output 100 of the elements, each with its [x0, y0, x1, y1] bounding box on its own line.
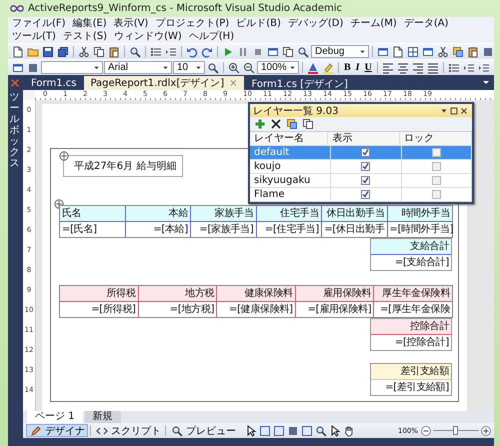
checkbox[interactable] [432, 176, 441, 185]
frame-icon[interactable] [259, 424, 271, 436]
page-tab[interactable]: 新規 [84, 411, 121, 423]
text-style-button[interactable]: U [362, 62, 374, 73]
total-table[interactable]: 支給合計 =[支給合計] [370, 238, 452, 271]
menu-item[interactable]: データ(A) [404, 17, 448, 30]
scissors-icon[interactable] [78, 46, 90, 58]
highlighter-icon[interactable] [322, 62, 334, 74]
redo-icon[interactable] [201, 46, 213, 58]
tools-icon[interactable] [10, 78, 20, 88]
menu-item[interactable]: ツール(T) [12, 30, 56, 43]
window-icon[interactable] [267, 46, 279, 58]
plus-icon[interactable] [254, 118, 266, 130]
checkbox[interactable] [432, 162, 441, 171]
search-icon[interactable] [315, 424, 327, 436]
undo-icon[interactable] [186, 46, 198, 58]
document-tab[interactable]: Form1.cs [デザイン] [246, 77, 354, 90]
copy-icon[interactable] [93, 46, 105, 58]
caret-icon[interactable] [482, 78, 490, 86]
column-header[interactable]: 表示 [328, 132, 400, 145]
copy-icon[interactable] [282, 46, 294, 58]
menu-item[interactable]: ヘルプ(H) [188, 30, 234, 43]
indent-icon[interactable] [478, 62, 490, 74]
document-tab[interactable]: PageReport1.rdlx[デザイン] × [84, 76, 244, 90]
view-tab[interactable]: スクリプト [93, 424, 163, 437]
indent-icon[interactable] [462, 62, 475, 74]
layers-icon[interactable] [452, 46, 464, 58]
delete-icon[interactable] [270, 118, 282, 130]
checkbox[interactable] [361, 190, 370, 199]
zoom-dropdown[interactable]: 100% [257, 61, 299, 74]
indent-icon[interactable] [165, 46, 177, 58]
text-style-button[interactable]: I [354, 62, 362, 73]
close-icon[interactable] [459, 106, 469, 116]
menu-item[interactable]: 編集(E) [72, 17, 107, 30]
font-dropdown[interactable]: Arial [104, 61, 172, 74]
document-tab[interactable]: Form1.cs [25, 77, 82, 90]
save-all-icon[interactable] [57, 46, 69, 58]
hand-icon[interactable] [343, 424, 355, 436]
clipboard-icon[interactable] [467, 46, 479, 58]
layer-row[interactable]: Flame [250, 188, 472, 202]
checkbox[interactable] [361, 176, 370, 185]
save-icon[interactable] [42, 46, 54, 58]
view-tab[interactable]: プレビュー [168, 424, 238, 437]
document-icon[interactable] [392, 46, 404, 58]
grid-icon[interactable] [407, 46, 419, 58]
maximize-icon[interactable] [449, 106, 459, 116]
search-icon[interactable] [297, 46, 309, 58]
clipboard-icon[interactable] [108, 46, 120, 58]
layer-row[interactable]: sikyuugaku [250, 174, 472, 188]
search-icon[interactable] [207, 62, 219, 74]
square-icon[interactable] [287, 424, 299, 436]
pointer-icon[interactable] [329, 424, 341, 436]
zoom-out-button[interactable] [421, 426, 431, 436]
checkbox[interactable] [361, 162, 370, 171]
toolbox-tab[interactable]: ツールボックス [10, 92, 20, 169]
window-icon[interactable] [422, 46, 434, 58]
document-icon[interactable] [12, 46, 24, 58]
column-header[interactable]: ロック [400, 132, 472, 145]
layers-icon[interactable] [286, 118, 298, 130]
layer-row[interactable]: koujo [250, 160, 472, 174]
pause-icon[interactable] [237, 46, 249, 58]
font-size-dropdown[interactable]: 10 [173, 61, 205, 74]
menu-item[interactable]: デバッグ(D) [288, 17, 344, 30]
menu-item[interactable]: 表示(V) [114, 17, 148, 30]
align-center-icon[interactable] [396, 62, 409, 74]
font-color-icon[interactable] [307, 62, 319, 74]
frame-icon[interactable] [273, 424, 285, 436]
window-icon[interactable] [377, 46, 389, 58]
checkbox[interactable] [432, 190, 441, 199]
move-icon[interactable] [59, 151, 69, 161]
zoom-in-button[interactable] [481, 426, 491, 436]
search-icon[interactable] [129, 46, 141, 58]
list-icon[interactable] [150, 46, 162, 58]
page-tab[interactable]: ページ 1 [27, 411, 83, 423]
payment-table[interactable]: 氏名 本給 家族手当 住宅手当 休日出勤手当 時間外手当 =[氏名] =[本給] =[家族手当] =[住宅手当] =[休日出勤手 =[時間外手当] [59, 205, 453, 238]
total-table[interactable]: 控除合計 =[控除合計] [370, 318, 452, 351]
view-tab[interactable]: デザイナ [26, 424, 88, 437]
menu-item[interactable]: ファイル(F) [12, 17, 66, 30]
copy-icon[interactable] [302, 118, 314, 130]
zoom-in-icon[interactable] [228, 62, 240, 74]
text-style-button[interactable]: B [342, 62, 353, 73]
square-icon[interactable] [482, 46, 494, 58]
column-header[interactable]: レイヤー名 [250, 132, 328, 145]
zoom-out-icon[interactable] [243, 62, 255, 74]
deduction-table[interactable]: 所得税 地方税 健康保険料 雇用保険料 厚生年金保険料 =[所得税] =[地方税] =[健康保険料] =[雇用保険料] =[厚生年金保険 [59, 285, 453, 318]
scissors-icon[interactable] [437, 46, 449, 58]
pointer-icon[interactable] [245, 424, 257, 436]
window-icon[interactable] [12, 62, 24, 74]
menu-item[interactable]: ビルド(B) [236, 17, 281, 30]
checkbox[interactable] [361, 148, 370, 157]
configuration-dropdown[interactable]: Debug [311, 45, 369, 58]
square-icon[interactable] [27, 62, 39, 74]
menu-item[interactable]: チーム(M) [350, 17, 397, 30]
net-pay-table[interactable]: 差引支給額 =[差引支給額] [370, 363, 452, 396]
menu-item[interactable]: プロジェクト(P) [155, 17, 230, 30]
menu-item[interactable]: テスト(S) [62, 30, 108, 43]
list-icon[interactable] [448, 62, 460, 74]
justify-icon[interactable] [426, 62, 439, 74]
menu-item[interactable]: ウィンドウ(W) [114, 30, 182, 43]
checkbox[interactable] [432, 148, 441, 157]
